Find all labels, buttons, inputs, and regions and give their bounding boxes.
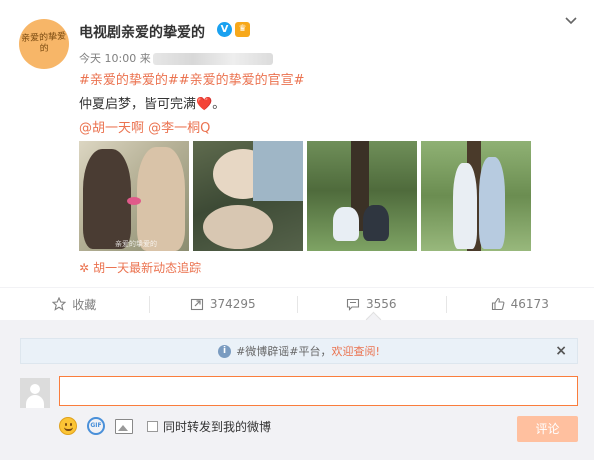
post-mentions[interactable]: @胡一天啊 @李一桐Q	[79, 117, 210, 136]
repost-icon	[190, 298, 203, 311]
promo-link[interactable]: ✲ 胡一天最新动态追踪	[79, 259, 201, 276]
post-photo-2[interactable]	[193, 141, 303, 251]
photo-figure	[479, 157, 505, 249]
content-text: 仲夏启梦，皆可完满	[79, 97, 197, 112]
photo-figure	[363, 205, 389, 241]
user-avatar[interactable]	[20, 378, 50, 408]
post-content: 仲夏启梦，皆可完满❤️。	[79, 93, 225, 112]
gif-icon[interactable]: GIF	[87, 417, 105, 435]
photo-figure	[333, 207, 359, 241]
sparkle-icon: ✲	[79, 261, 90, 275]
repost-count: 374295	[209, 297, 256, 311]
photo-figure	[203, 205, 273, 249]
repost-checkbox-label[interactable]: 同时转发到我的微博	[163, 418, 271, 435]
notice-suffix: !	[375, 344, 380, 358]
author-avatar[interactable]: 亲爱的挚爱的	[19, 19, 69, 69]
action-bar: 收藏 374295 3556 46173	[0, 287, 594, 320]
author-name[interactable]: 电视剧亲爱的挚爱的	[79, 22, 205, 42]
favorite-button[interactable]: 收藏	[0, 288, 149, 320]
emoji-icon[interactable]	[59, 417, 77, 435]
like-button[interactable]: 46173	[445, 288, 594, 320]
close-icon[interactable]: ×	[555, 343, 567, 359]
weibo-post: 亲爱的挚爱的 电视剧亲爱的挚爱的 V ♛ 今天 10:00 来 #亲爱的挚爱的#…	[0, 0, 594, 288]
photo-figure	[453, 163, 477, 249]
post-photo-4[interactable]	[421, 141, 531, 251]
post-topics[interactable]: #亲爱的挚爱的##亲爱的挚爱的官宣#	[79, 69, 305, 88]
notice-link[interactable]: 欢迎查阅	[332, 343, 376, 359]
comment-section: i #微博辟谣#平台， 欢迎查阅! × GIF 同时转发到我的微博 评论	[0, 320, 594, 460]
image-icon[interactable]	[115, 418, 133, 434]
post-photo-3[interactable]	[307, 141, 417, 251]
like-count: 46173	[510, 297, 549, 311]
verified-icon[interactable]: V	[217, 22, 232, 37]
comment-input[interactable]	[59, 376, 578, 406]
photo-watermark: 亲爱的挚爱的	[115, 240, 157, 248]
post-time[interactable]: 今天 10:00 来	[79, 52, 151, 65]
promo-text: 胡一天最新动态追踪	[93, 261, 202, 275]
crown-icon[interactable]: ♛	[235, 22, 250, 37]
comment-tools: GIF 同时转发到我的微博	[59, 416, 271, 436]
avatar-head	[30, 384, 40, 394]
post-photo-1[interactable]: 亲爱的挚爱的	[79, 141, 189, 251]
submit-comment-button[interactable]: 评论	[517, 416, 578, 442]
star-icon	[52, 297, 67, 311]
like-icon	[491, 297, 505, 311]
photo-figure	[137, 147, 185, 251]
comment-count: 3556	[365, 297, 397, 311]
avatar-body	[26, 395, 44, 408]
photo-shirt	[253, 141, 303, 201]
chevron-down-icon[interactable]	[564, 14, 578, 28]
heart-emoji: ❤️	[196, 97, 213, 112]
blurred-source	[152, 53, 273, 65]
rumor-notice: i #微博辟谣#平台， 欢迎查阅! ×	[20, 338, 578, 364]
flower	[127, 197, 141, 205]
photo-figure	[83, 149, 131, 249]
notice-text: #微博辟谣#平台，	[236, 345, 332, 358]
content-end: 。	[212, 97, 226, 112]
repost-checkbox[interactable]	[147, 420, 158, 432]
info-icon: i	[218, 344, 232, 358]
post-meta: 今天 10:00 来	[79, 50, 273, 66]
comment-icon	[346, 298, 360, 311]
avatar-logo-text: 亲爱的挚爱的	[20, 31, 67, 55]
favorite-label: 收藏	[72, 297, 97, 312]
repost-button[interactable]: 374295	[148, 288, 298, 320]
